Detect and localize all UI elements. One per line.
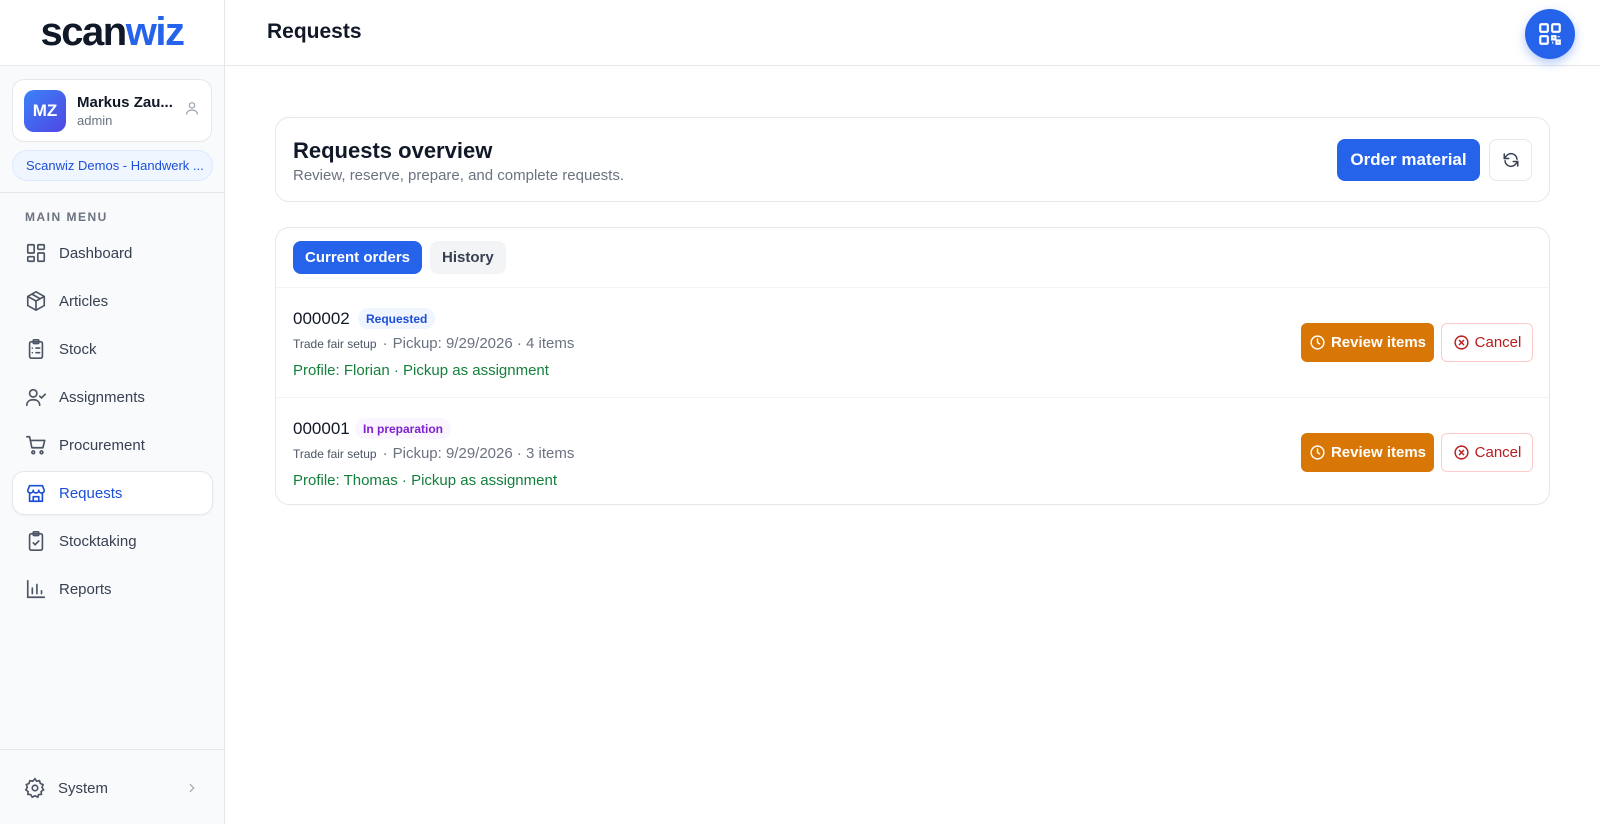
x-circle-icon [1454,445,1469,460]
order-row: 000002 Requested Trade fair setup · Pick… [276,288,1549,397]
order-profile: Profile: Thomas · Pickup as assignment [293,472,558,489]
cancel-button[interactable]: Cancel [1441,323,1533,362]
sidebar-item-procurement[interactable]: Procurement [12,423,213,467]
clipboard-check-icon [28,531,44,551]
scanwiz-logo[interactable]: scan wiz [0,0,224,66]
user-name: Markus Zau... [77,93,173,111]
overview-subtitle: Review, reserve, prepare, and complete r… [293,167,625,184]
sidebar-item-label: Stocktaking [59,532,137,550]
gear-icon [24,777,45,799]
user-role: admin [77,112,113,128]
x-circle-icon [1454,335,1469,350]
qr-scan-button[interactable] [1525,9,1575,59]
sidebar: scan wiz MZ Markus Zau... admin Scanwiz D… [0,0,225,824]
sidebar-item-label: Reports [59,580,112,598]
store-icon [26,484,46,503]
order-meta: Trade fair setup · Pickup: 9/29/2026 · 3… [293,445,575,462]
top-bar: Requests [225,0,1600,66]
tab-history[interactable]: History [430,241,506,274]
order-tabs: Current orders History [293,241,506,274]
clock-icon [1310,445,1325,460]
user-card[interactable]: MZ Markus Zau... admin [12,79,212,142]
user-icon[interactable] [184,100,200,121]
sidebar-item-stocktaking[interactable]: Stocktaking [12,519,213,563]
requests-overview-card: Requests overview Review, reserve, prepa… [275,117,1550,202]
order-details: Pickup: 9/29/2026 · 3 items [392,445,575,462]
clock-icon [1310,335,1325,350]
order-id: 000002 [293,309,350,328]
order-details: Pickup: 9/29/2026 · 4 items [392,335,575,352]
sidebar-item-dashboard[interactable]: Dashboard [12,231,213,275]
status-badge: In preparation [355,418,452,439]
order-row: 000001 In preparation Trade fair setup ·… [276,397,1549,506]
cancel-button[interactable]: Cancel [1441,433,1533,472]
order-id: 000001 [293,419,350,438]
organization-selector[interactable]: Scanwiz Demos - Handwerk ... [12,150,213,181]
main-menu: Dashboard Articles Stock Assignments Pro… [12,231,213,615]
sidebar-item-label: Assignments [59,388,145,406]
review-items-button[interactable]: Review items [1301,433,1434,472]
user-check-icon [26,388,46,407]
qr-code-icon [1539,23,1561,45]
menu-heading: MAIN MENU [25,210,108,224]
sidebar-item-stock[interactable]: Stock [12,327,213,371]
refresh-button[interactable] [1489,139,1532,181]
sidebar-item-system[interactable]: System [12,766,213,810]
sidebar-item-label: Articles [59,292,109,310]
sidebar-item-label: System [58,779,109,797]
divider [0,749,224,750]
package-icon [26,291,46,311]
order-tag: Trade fair setup [293,447,377,461]
order-tag: Trade fair setup [293,337,377,351]
order-material-button[interactable]: Order material [1337,139,1480,181]
orders-card: Current orders History 000002 Requested … [275,227,1550,505]
review-items-button[interactable]: Review items [1301,323,1434,362]
sidebar-item-label: Requests [59,484,123,502]
sidebar-item-assignments[interactable]: Assignments [12,375,213,419]
cart-icon [26,435,46,455]
order-meta: Trade fair setup · Pickup: 9/29/2026 · 4… [293,335,575,352]
tab-current-orders[interactable]: Current orders [293,241,423,274]
avatar: MZ [24,89,66,132]
order-profile: Profile: Florian · Pickup as assignment [293,362,549,379]
sidebar-item-requests[interactable]: Requests [12,471,213,515]
page-title: Requests [267,20,362,43]
sidebar-item-reports[interactable]: Reports [12,567,213,611]
status-badge: Requested [358,308,436,329]
sidebar-item-articles[interactable]: Articles [12,279,213,323]
sidebar-item-label: Stock [59,340,97,358]
clipboard-list-icon [28,339,44,359]
dashboard-icon [26,243,46,263]
overview-title: Requests overview [293,138,493,163]
bar-chart-icon [26,579,46,599]
refresh-icon [1503,152,1518,168]
sidebar-item-label: Procurement [59,436,145,454]
chevron-right-icon [189,783,195,793]
sidebar-item-label: Dashboard [59,244,133,262]
divider [0,192,224,193]
